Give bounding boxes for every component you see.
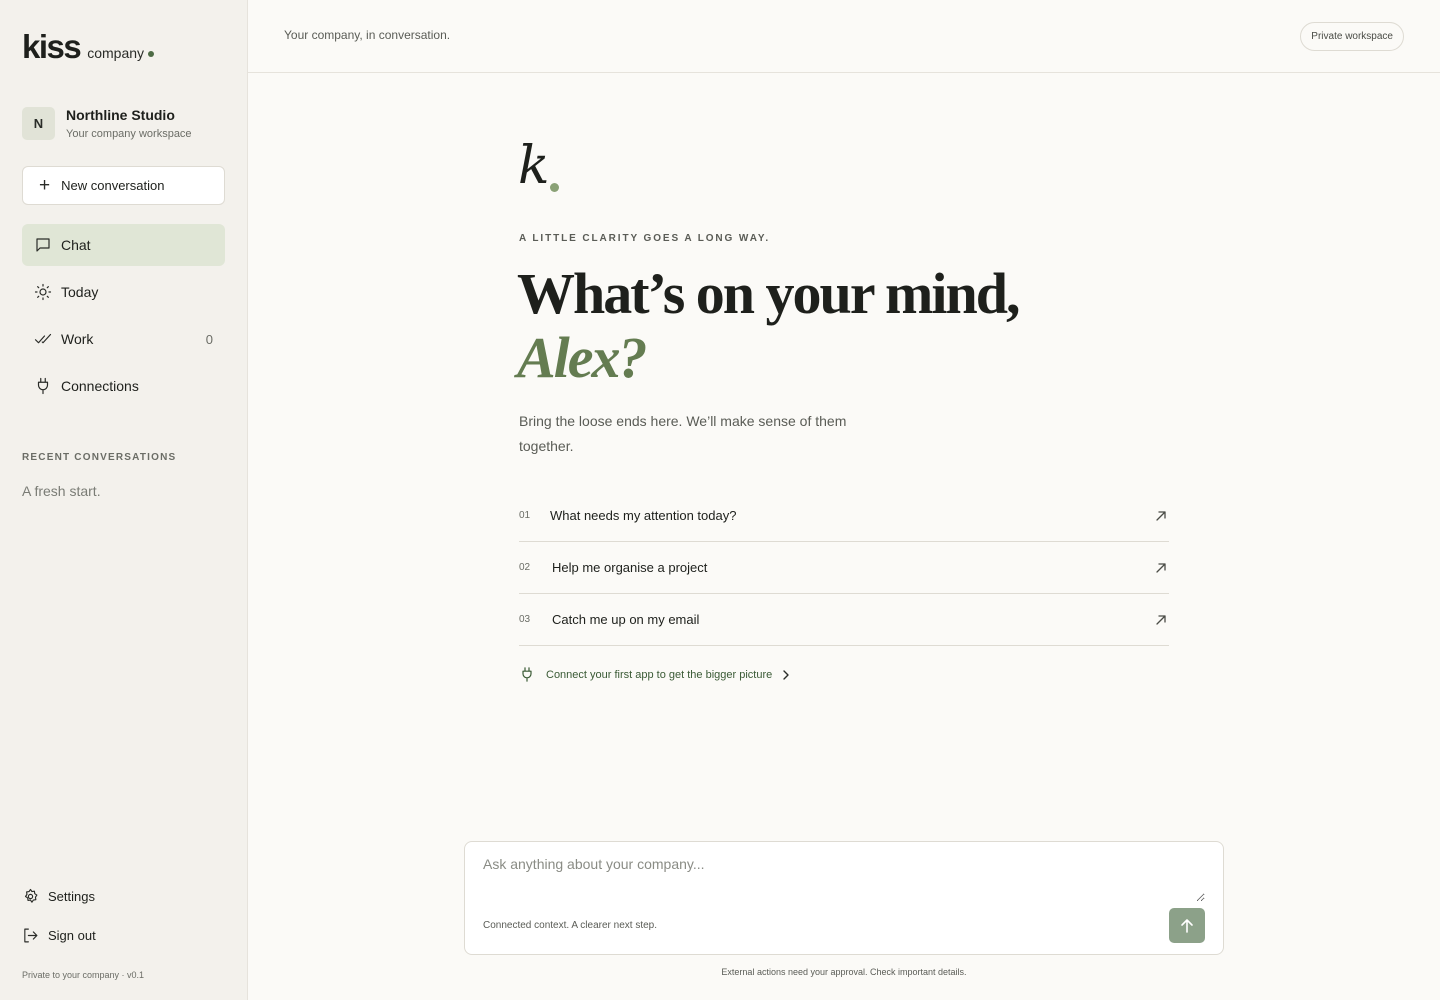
prompt-item[interactable]: 03 Catch me up on my email bbox=[519, 594, 1169, 646]
prompt-text: Catch me up on my email bbox=[552, 612, 700, 627]
page-title: What’s on your mind, Alex? bbox=[517, 261, 1020, 390]
chevron-right-icon bbox=[783, 669, 789, 680]
sidebar-item-label: Today bbox=[61, 284, 99, 300]
k-mark-logo: k bbox=[518, 136, 550, 196]
workspace-name: Northline Studio bbox=[66, 107, 175, 123]
sidebar-item-chat[interactable]: Chat bbox=[22, 224, 225, 266]
workspace-switcher[interactable]: N Northline Studio Your company workspac… bbox=[22, 107, 192, 140]
private-workspace-badge[interactable]: Private workspace bbox=[1300, 22, 1404, 51]
prompt-text: What needs my attention today? bbox=[550, 508, 737, 523]
gear-icon bbox=[24, 888, 38, 903]
eyebrow-text: A LITTLE CLARITY GOES A LONG WAY. bbox=[519, 233, 771, 244]
sidebar-item-label: Chat bbox=[61, 237, 91, 253]
arrow-up-right-icon bbox=[1156, 563, 1166, 573]
double-check-icon bbox=[34, 333, 52, 344]
header-tagline: Your company, in conversation. bbox=[284, 28, 451, 42]
approval-disclaimer: External actions need your approval. Che… bbox=[721, 967, 967, 977]
prompt-item[interactable]: 02 Help me organise a project bbox=[519, 542, 1169, 594]
logout-icon bbox=[24, 928, 38, 942]
suggested-prompts: 01 What needs my attention today? 02 Hel… bbox=[519, 490, 1169, 646]
new-conversation-button[interactable]: + New conversation bbox=[22, 166, 225, 205]
prompt-text: Help me organise a project bbox=[552, 560, 708, 575]
prompt-item[interactable]: 01 What needs my attention today? bbox=[519, 490, 1169, 542]
sidebar-item-today[interactable]: Today bbox=[22, 271, 225, 313]
plug-icon bbox=[522, 667, 532, 682]
intro-subtext: Bring the loose ends here. We’ll make se… bbox=[519, 413, 847, 454]
workspace-description: Your company workspace bbox=[66, 128, 192, 140]
settings-button[interactable]: Settings bbox=[22, 886, 96, 906]
arrow-up-right-icon bbox=[1156, 511, 1166, 521]
sidebar-item-work[interactable]: Work 0 bbox=[22, 318, 225, 360]
arrow-up-right-icon bbox=[1156, 615, 1166, 625]
recent-conversations-empty: A fresh start. bbox=[22, 483, 101, 499]
prompt-number: 03 bbox=[519, 614, 531, 625]
sidebar-item-label: Work bbox=[61, 331, 94, 347]
headline-text: What’s on your mind, bbox=[517, 261, 1020, 326]
connect-app-link[interactable]: Connect your first app to get the bigger… bbox=[519, 666, 791, 683]
headline-name: Alex? bbox=[517, 325, 648, 390]
sidebar-footer: Settings Sign out bbox=[22, 886, 96, 964]
send-button[interactable] bbox=[1169, 908, 1205, 943]
sidebar-item-label: Connections bbox=[61, 378, 139, 394]
brand-dot-icon bbox=[148, 51, 155, 57]
prompt-number: 02 bbox=[519, 562, 531, 573]
brand-logo: kiss bbox=[22, 28, 82, 65]
connect-app-label: Connect your first app to get the bigger… bbox=[546, 668, 773, 681]
message-composer: Connected context. A clearer next step. bbox=[464, 841, 1224, 955]
plus-icon: + bbox=[39, 175, 51, 196]
sidebar-item-connections[interactable]: Connections bbox=[22, 365, 225, 407]
version-text: Private to your company · v0.1 bbox=[22, 970, 145, 980]
workspace-avatar: N bbox=[22, 107, 55, 140]
chat-icon bbox=[36, 238, 50, 252]
plug-icon bbox=[37, 377, 49, 395]
top-header: Your company, in conversation. Private w… bbox=[248, 0, 1440, 73]
brand[interactable]: kiss company bbox=[22, 28, 155, 65]
arrow-up-icon bbox=[1181, 918, 1193, 933]
sign-out-button[interactable]: Sign out bbox=[22, 925, 96, 945]
sidebar-nav: Chat Today Work 0 Connections bbox=[22, 224, 225, 412]
new-conversation-label: New conversation bbox=[61, 178, 165, 193]
composer-footer-text: Connected context. A clearer next step. bbox=[483, 920, 657, 931]
message-input[interactable] bbox=[483, 856, 1205, 902]
sun-icon bbox=[34, 283, 52, 301]
settings-label: Settings bbox=[48, 888, 95, 904]
recent-conversations-heading: RECENT CONVERSATIONS bbox=[22, 452, 177, 463]
work-count-badge: 0 bbox=[205, 331, 213, 347]
brand-subtitle: company bbox=[87, 45, 145, 61]
sidebar: kiss company N Northline Studio Your com… bbox=[0, 0, 248, 1000]
sign-out-label: Sign out bbox=[48, 927, 96, 943]
mark-dot-icon bbox=[550, 183, 559, 192]
prompt-number: 01 bbox=[519, 510, 531, 521]
